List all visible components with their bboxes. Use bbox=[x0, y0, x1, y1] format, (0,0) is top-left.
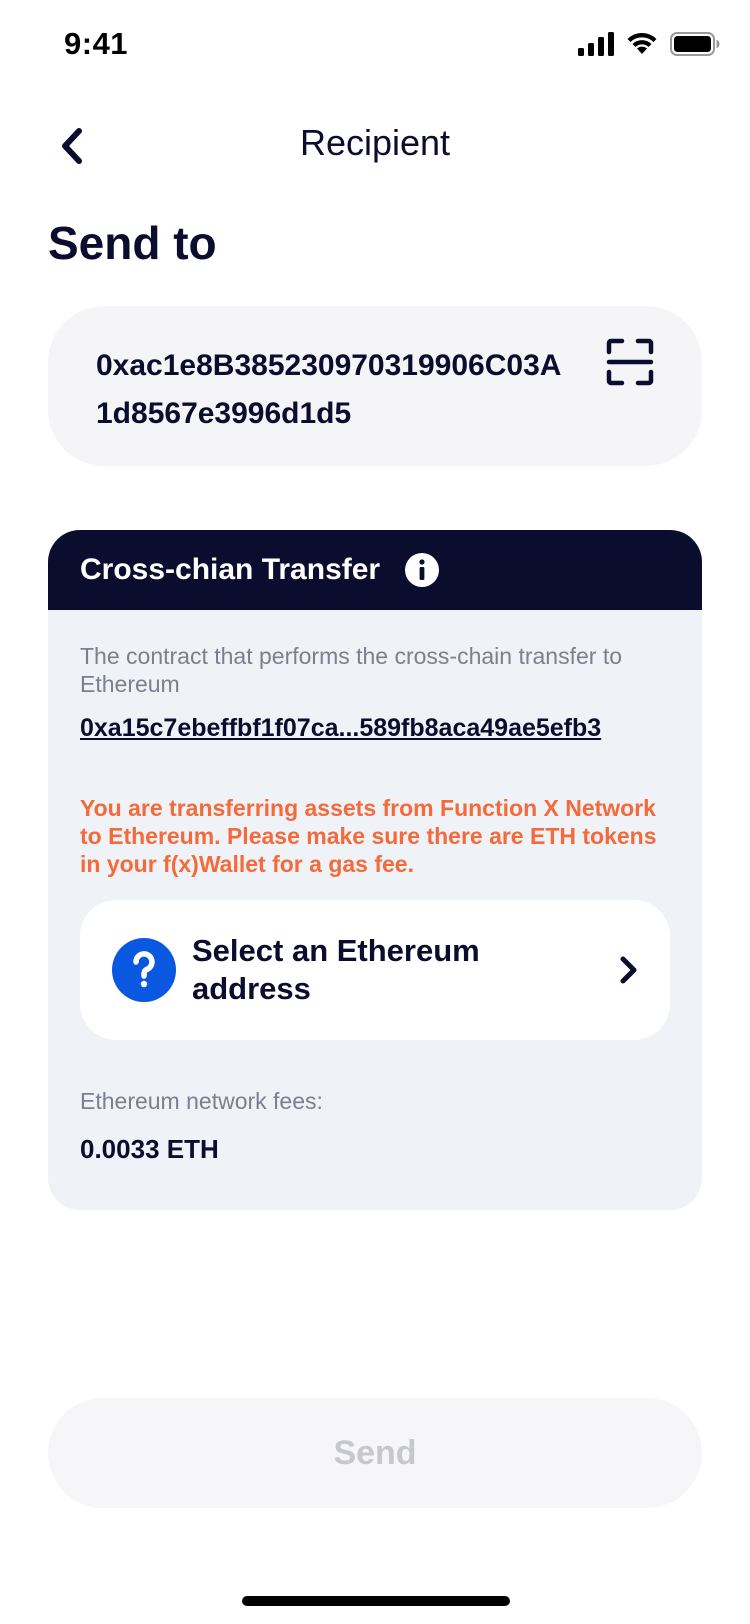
card-title: Cross-chian Transfer bbox=[80, 553, 381, 586]
scan-qr-icon[interactable] bbox=[606, 338, 654, 386]
battery-icon bbox=[670, 32, 720, 56]
navigation-bar: Recipient bbox=[0, 100, 750, 190]
status-icons bbox=[578, 32, 720, 56]
status-time: 9:41 bbox=[64, 26, 129, 61]
send-button[interactable]: Send bbox=[48, 1398, 702, 1508]
wifi-icon bbox=[627, 32, 657, 54]
home-indicator bbox=[242, 1596, 510, 1606]
network-fee-value: 0.0033 ETH bbox=[80, 1134, 219, 1164]
select-ethereum-address-button[interactable]: Select an Ethereum address bbox=[80, 900, 670, 1040]
contract-address-link[interactable]: 0xa15c7ebeffbf1f07ca...589fb8aca49ae5efb… bbox=[80, 714, 601, 743]
contract-description: The contract that performs the cross-cha… bbox=[80, 643, 623, 697]
cellular-signal-icon bbox=[578, 32, 614, 56]
recipient-address-field[interactable]: 0xac1e8B385230970319906C03A1d8567e3996d1… bbox=[48, 306, 702, 466]
nav-title: Recipient bbox=[299, 122, 451, 163]
card-header: Cross-chian Transfer bbox=[48, 530, 702, 610]
select-address-label: Select an Ethereum address bbox=[192, 933, 480, 1006]
recipient-screen: 9:41 Recipient Send to 0xac1e8B385230970… bbox=[0, 0, 750, 1624]
page-title: Send to bbox=[48, 217, 217, 269]
info-icon[interactable] bbox=[404, 552, 440, 588]
question-icon bbox=[112, 938, 176, 1002]
recipient-address-value[interactable]: 0xac1e8B385230970319906C03A1d8567e3996d1… bbox=[96, 342, 576, 438]
status-bar: 9:41 bbox=[0, 0, 750, 96]
chevron-right-icon bbox=[620, 956, 637, 984]
gas-fee-warning: You are transferring assets from Functio… bbox=[80, 795, 657, 877]
network-fee-label: Ethereum network fees: bbox=[80, 1088, 323, 1114]
cross-chain-transfer-card: Cross-chian Transfer The contract that p… bbox=[48, 530, 702, 1210]
